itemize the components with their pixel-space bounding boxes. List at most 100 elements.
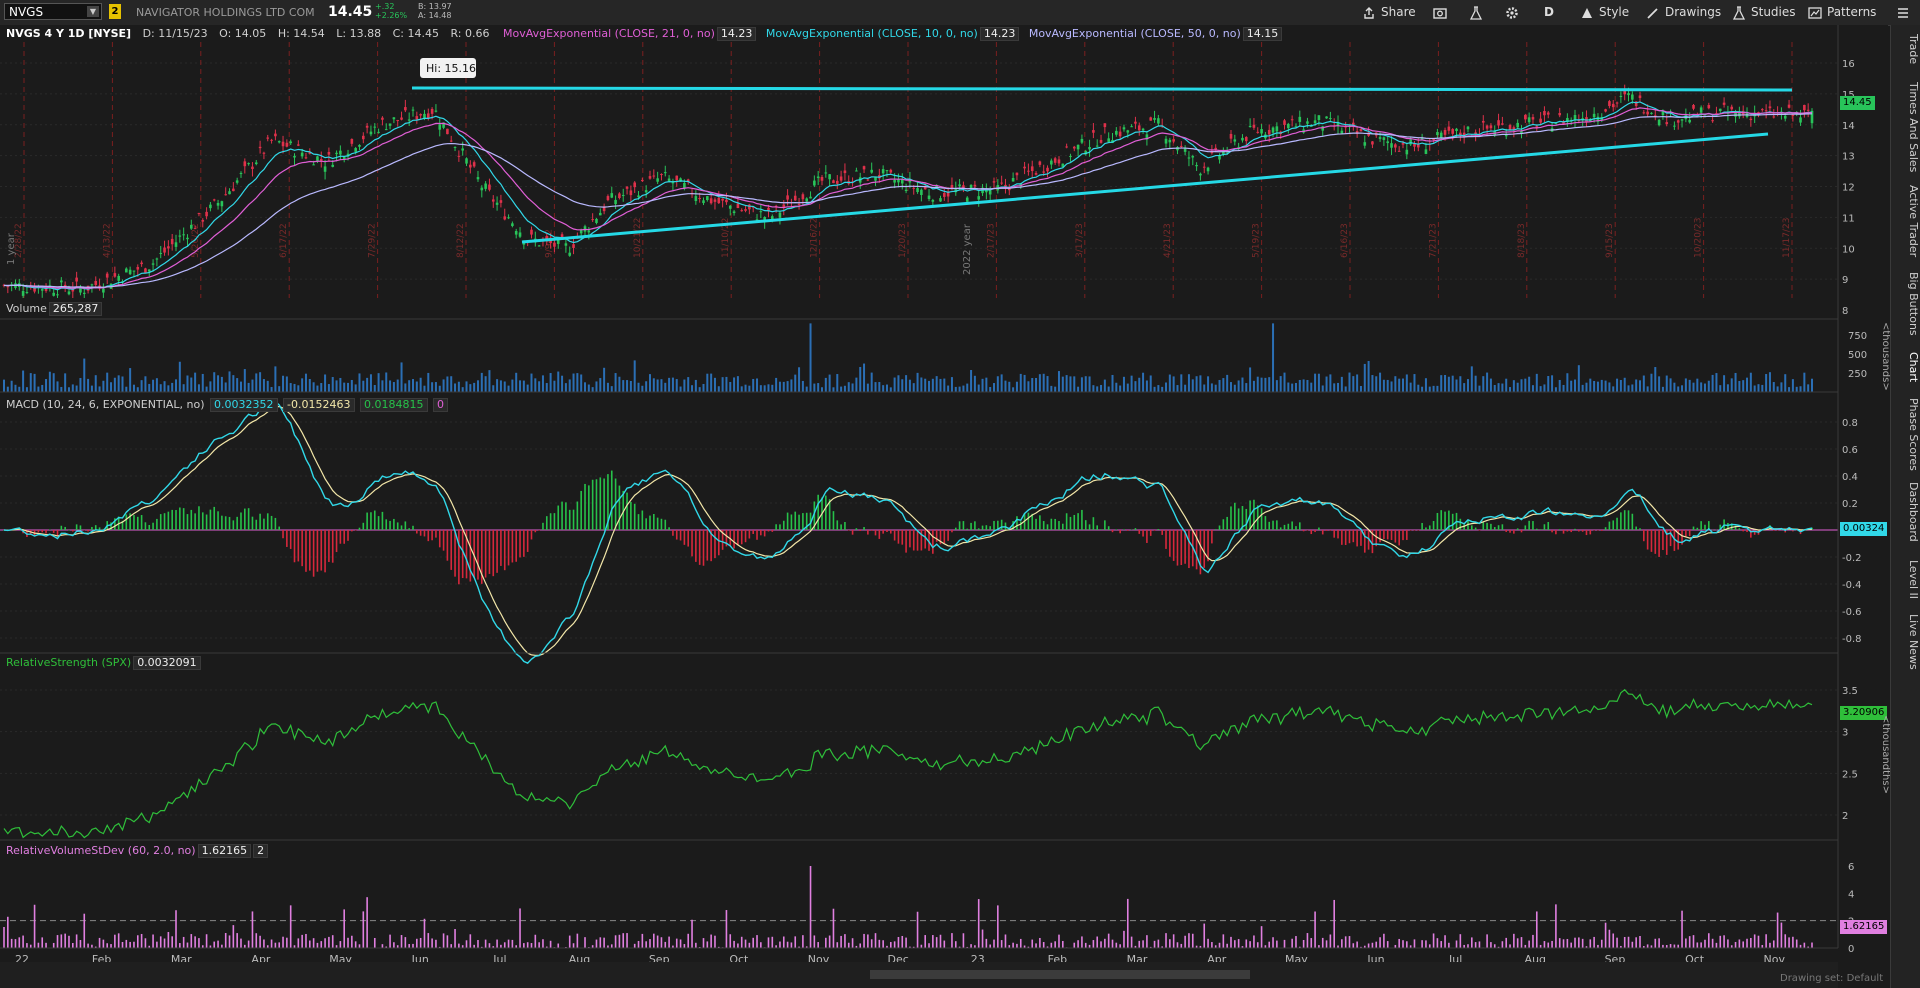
candle-body [381,117,384,120]
volume-bar [1723,375,1726,392]
rvol-bar [488,943,491,948]
studies-label: Studies [1751,5,1796,19]
candle-body [239,172,243,174]
rvol-bar [1333,899,1335,948]
menu-button[interactable] [1896,3,1915,22]
patterns-button[interactable]: Patterns [1808,3,1876,22]
macd-histogram-bar [1516,528,1519,530]
rs-label[interactable]: RelativeStrength (SPX) [6,656,131,669]
ema10-label[interactable]: MovAvgExponential (CLOSE, 10, 0, no) [766,27,978,40]
macd-histogram-bar [1172,530,1175,561]
rvol-bar [932,935,934,948]
volume-bar [132,384,135,392]
volume-bar [56,381,59,392]
rvol-bar [825,937,827,948]
macd-histogram-bar [542,522,544,530]
drawing-set-label[interactable]: Drawing set: Default [1780,973,1883,984]
style-button[interactable]: Style [1580,3,1629,22]
tab-phase-scores[interactable]: Phase Scores [1892,398,1920,471]
rvol-bar [1096,936,1099,948]
chart-canvas[interactable]: 2/28/22 4/13/22 5/26/22 6/17/22 7/29/22 8/12/… [0,25,1888,988]
candle-body [1229,133,1233,139]
macd-histogram-bar [1471,525,1473,530]
volume-bar [492,385,495,392]
rvol-bar [1532,934,1534,948]
rvol-bar [1566,938,1569,948]
volume-bar [1134,381,1137,392]
volume-bar [144,376,147,392]
macd-histogram-bar [1650,530,1653,552]
lab-button[interactable] [1469,3,1488,22]
flask-icon [1469,5,1483,20]
rvol-bar [1386,941,1389,948]
volume-bar [1726,384,1729,392]
candle-body [125,268,128,273]
macd-histogram-bar [186,514,189,530]
volume-bar [396,379,399,392]
share-button[interactable]: Share [1362,3,1416,22]
macd-histogram-bar [511,530,514,563]
tab-dashboard[interactable]: Dashboard [1892,482,1920,542]
volume-bar [1623,377,1626,392]
macd-histogram-bar [1352,530,1355,543]
rvol-bar [1505,937,1508,948]
studies-button[interactable]: Studies [1732,3,1796,22]
link-group-badge[interactable]: 2 [109,4,121,19]
volume-bar [931,378,934,392]
candle-body [266,137,270,139]
volume-bar [408,380,411,392]
volume-bar [1627,385,1630,392]
snapshot-button[interactable] [1433,3,1452,22]
candle-body [56,294,59,296]
candle-body [147,269,151,272]
macd-histogram-bar [1421,522,1423,530]
separator-volume[interactable] [0,298,1838,320]
volume-bar [782,381,785,392]
volume-bar [851,383,854,392]
volume-bar [775,377,778,392]
tab-times-and-sales[interactable]: Times And Sales [1892,82,1920,172]
tab-live-news[interactable]: Live News [1892,614,1920,670]
aggregation-button[interactable]: D [1544,3,1554,22]
candle-body [1424,149,1428,154]
macd-label[interactable]: MACD (10, 24, 6, EXPONENTIAL, no) [6,398,205,411]
rvol-bar [1191,933,1194,948]
resistance-line[interactable] [411,86,1793,92]
tab-big-buttons[interactable]: Big Buttons [1892,272,1920,336]
macd-histogram-bar [1253,499,1255,530]
candle-body [1260,129,1263,134]
drawings-button[interactable]: Drawings [1646,3,1721,22]
macd-histogram-bar [49,529,51,530]
volume-bar [652,378,655,392]
volume-bar [511,379,514,392]
candle-body [434,110,438,112]
rvol-bar [186,942,189,948]
volume-bar [79,378,82,392]
volume-bar [285,376,288,392]
ema21-label[interactable]: MovAvgExponential (CLOSE, 21, 0, no) [503,27,715,40]
tab-active-trader[interactable]: Active Trader [1892,185,1920,257]
volume-bar [1054,386,1057,392]
rvol-label[interactable]: RelativeVolumeStDev (60, 2.0, no) [6,844,196,857]
symbol-input[interactable]: NVGS ▼ [4,3,102,20]
scrollbar-thumb[interactable] [870,970,1250,979]
volume-bar [1184,384,1187,392]
chevron-down-icon[interactable]: ▼ [87,6,99,17]
volume-bar [446,376,449,392]
rvol-bar [1558,938,1561,948]
candle-body [958,184,961,187]
macd-histogram-bar [1111,530,1114,533]
volume-label[interactable]: Volume [6,302,47,315]
macd-histogram-bar [1528,520,1530,530]
settings-button[interactable] [1505,3,1524,22]
volume-bar [52,373,55,392]
candle-body [912,187,916,189]
volume-bar [499,380,502,392]
tab-trade[interactable]: Trade [1892,34,1920,64]
volume-bar [1130,375,1133,392]
tab-chart[interactable]: Chart [1892,352,1920,382]
tab-level-ii[interactable]: Level II [1892,560,1920,599]
candle-body [1673,125,1676,127]
ema50-label[interactable]: MovAvgExponential (CLOSE, 50, 0, no) [1029,27,1241,40]
rvol-bar [1237,939,1240,948]
